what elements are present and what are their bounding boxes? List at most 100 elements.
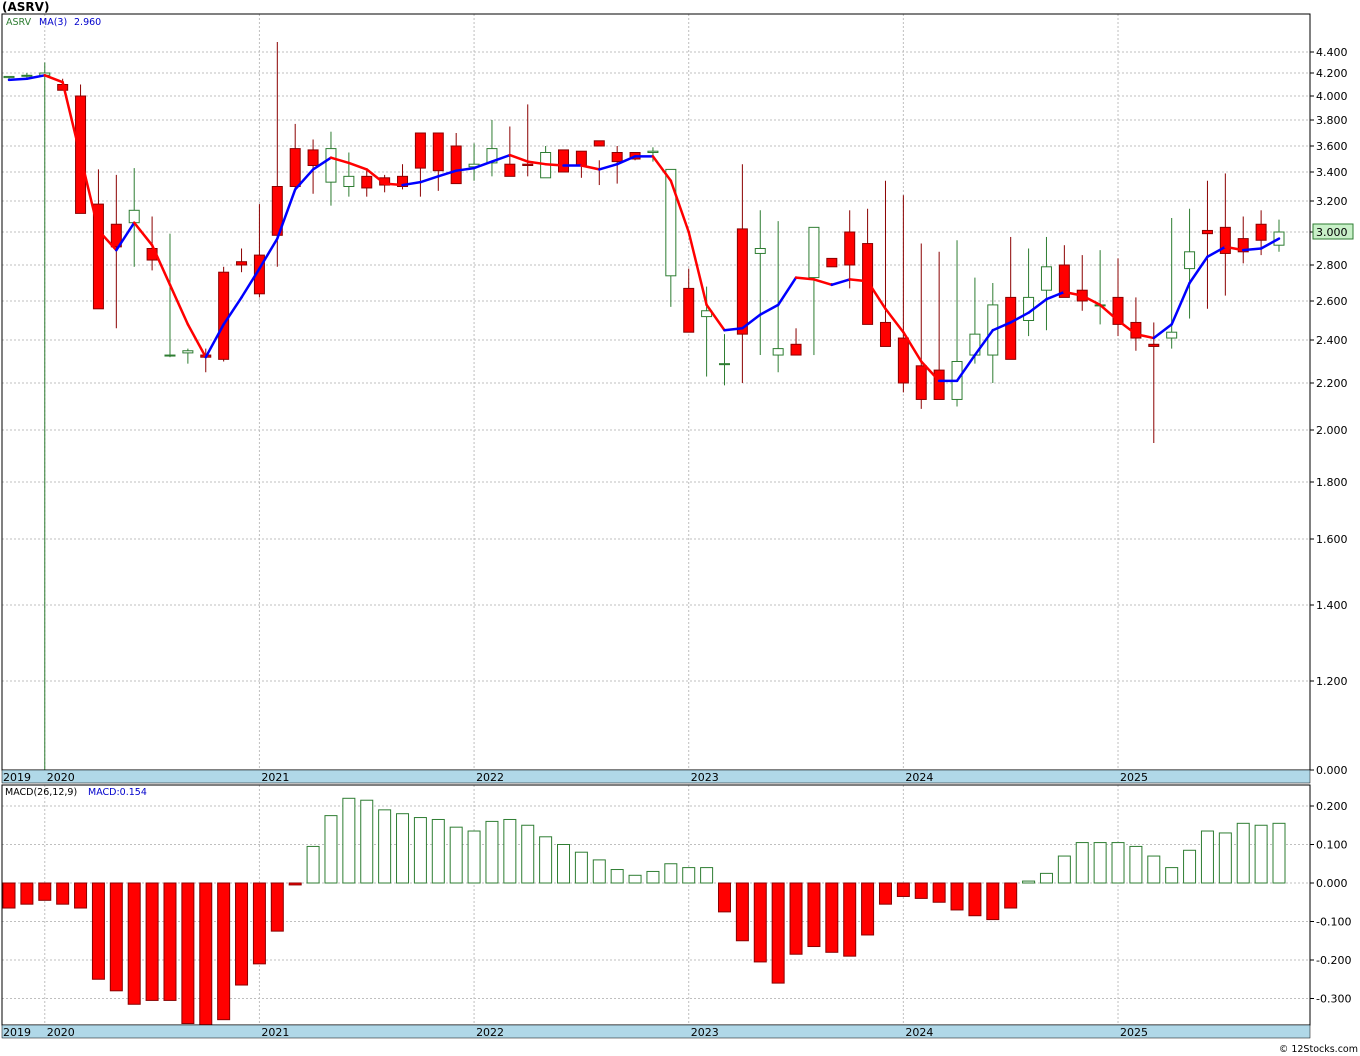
- candle-body: [1166, 331, 1178, 339]
- candle-body: [754, 248, 766, 254]
- year-label: 2024: [905, 1026, 933, 1039]
- macd-tick-label: -0.200: [1316, 954, 1351, 967]
- candle-body: [432, 132, 444, 172]
- candle-body: [915, 365, 927, 400]
- year-label: 2022: [476, 771, 504, 784]
- macd-bar: [1200, 830, 1214, 884]
- macd-legend-value: MACD:0.154: [88, 787, 147, 798]
- macd-tick-label: 0.000: [1316, 877, 1348, 890]
- macd-bar: [181, 882, 195, 1025]
- year-label: 2023: [691, 1026, 719, 1039]
- price-tick-label: 3.200: [1316, 195, 1348, 208]
- candle-body: [21, 74, 33, 77]
- year-label: 2025: [1120, 1026, 1148, 1039]
- price-year-band: [1, 769, 1311, 784]
- candle-body: [647, 150, 659, 153]
- macd-bar: [1057, 855, 1071, 884]
- candle-body: [736, 228, 748, 335]
- year-label: 2021: [261, 1026, 289, 1039]
- candle-body: [808, 226, 820, 279]
- macd-bar: [610, 869, 624, 884]
- candle-body: [307, 149, 319, 166]
- candle-body: [361, 175, 373, 189]
- macd-bar: [682, 867, 696, 884]
- year-label: 2024: [905, 771, 933, 784]
- candle-body: [128, 209, 140, 224]
- macd-bar: [396, 813, 410, 884]
- macd-bar: [1183, 849, 1197, 884]
- price-tick-label: 3.600: [1316, 140, 1348, 153]
- macd-bar: [592, 859, 606, 884]
- price-tick-label: 1.600: [1316, 533, 1348, 546]
- macd-bar: [306, 845, 320, 884]
- macd-bar: [843, 882, 857, 957]
- candle-body: [1201, 229, 1213, 235]
- candle-body: [236, 261, 248, 266]
- candle-body: [844, 231, 856, 266]
- candle-body: [1255, 223, 1267, 241]
- macd-bar: [878, 882, 892, 905]
- macd-bar: [431, 818, 445, 884]
- macd-bar: [1039, 872, 1053, 884]
- macd-bar: [199, 882, 213, 1028]
- macd-bar: [789, 882, 803, 955]
- macd-bar: [700, 867, 714, 884]
- chart-title: (ASRV): [2, 0, 49, 14]
- macd-tick-label: 0.200: [1316, 800, 1348, 813]
- macd-bar: [413, 817, 427, 884]
- year-label: 2019: [3, 1026, 31, 1039]
- year-label: 2020: [47, 1026, 75, 1039]
- candle-body: [289, 148, 301, 188]
- macd-bar: [467, 830, 481, 884]
- legend-ma-label: MA(3): [39, 17, 67, 28]
- macd-bar: [1111, 842, 1125, 884]
- macd-bar: [1236, 822, 1250, 884]
- ma3-segment: [544, 162, 565, 167]
- macd-bar: [74, 882, 88, 909]
- macd-bar: [628, 874, 642, 884]
- macd-tick-label: -0.300: [1316, 993, 1351, 1006]
- year-label: 2022: [476, 1026, 504, 1039]
- price-tick-label: 4.000: [1316, 90, 1348, 103]
- macd-bar: [1165, 867, 1179, 884]
- macd-tick-label: -0.100: [1316, 916, 1351, 929]
- macd-bar: [56, 882, 70, 905]
- candle-body: [1148, 343, 1160, 347]
- macd-bar: [145, 882, 159, 1001]
- candle-body: [772, 348, 784, 356]
- macd-bar: [539, 836, 553, 884]
- macd-bar: [127, 882, 141, 1005]
- price-tick-label: 2.200: [1316, 377, 1348, 390]
- macd-bar: [1075, 842, 1089, 884]
- candle-body: [718, 363, 730, 366]
- macd-bar: [771, 882, 785, 984]
- last-price-label: 3.000: [1316, 226, 1348, 239]
- candle-body: [1005, 296, 1017, 360]
- candle-body: [3, 75, 15, 79]
- macd-bar: [217, 882, 231, 1021]
- macd-bar: [1022, 880, 1036, 884]
- chart-canvas: 4.400 4.200 4.000 3.800 3.600 3.400 3.200 3.000…: [0, 0, 1360, 1056]
- macd-bar: [503, 818, 517, 884]
- price-tick-label: 4.200: [1316, 67, 1348, 80]
- candle-body: [790, 343, 802, 356]
- macd-bar: [1004, 882, 1018, 909]
- macd-bar: [986, 882, 1000, 921]
- macd-bar: [378, 809, 392, 884]
- legend-symbol: ASRV: [6, 17, 32, 28]
- price-tick-label: 0.000: [1316, 764, 1348, 777]
- candle-body: [665, 168, 677, 277]
- candle-body: [414, 132, 426, 169]
- macd-bar: [270, 882, 284, 932]
- candle-body: [933, 369, 945, 400]
- macd-bar: [1218, 832, 1232, 884]
- macd-bar: [1129, 845, 1143, 884]
- ma3-segment: [7, 77, 29, 82]
- candle-body: [558, 149, 570, 173]
- year-label: 2019: [3, 771, 31, 784]
- candle-body: [325, 148, 337, 183]
- price-tick-label: 2.400: [1316, 334, 1348, 347]
- macd-bar: [861, 882, 875, 936]
- candle-body: [522, 163, 534, 166]
- macd-bar: [1254, 824, 1268, 884]
